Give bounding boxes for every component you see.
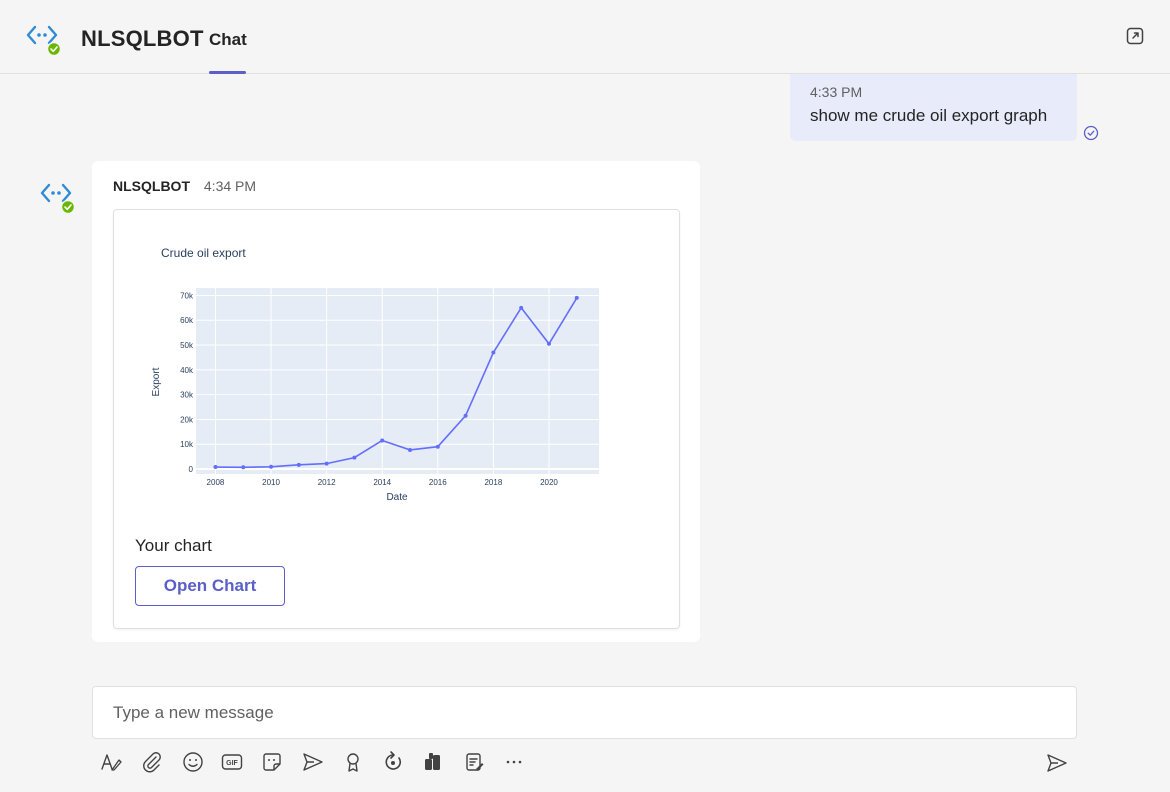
chart-data-point <box>408 447 413 452</box>
bot-logo-icon <box>26 20 62 56</box>
chart-data-point <box>324 461 329 466</box>
praise-icon[interactable] <box>341 750 365 774</box>
sticker-icon[interactable] <box>260 750 284 774</box>
chart-y-ticks: 0 10k 20k 30k 40k 50k 60k 70k <box>180 291 194 474</box>
compose-box[interactable] <box>92 686 1077 739</box>
gif-icon[interactable]: GIF <box>220 750 244 774</box>
schedule-send-icon[interactable] <box>301 750 325 774</box>
chart-data-point <box>296 462 301 467</box>
chart-x-tick-label: 2018 <box>484 478 502 487</box>
outgoing-message[interactable]: 4:33 PM show me crude oil export graph <box>790 74 1077 141</box>
chart-x-tick-label: 2010 <box>262 478 280 487</box>
chart-data-point <box>352 455 357 460</box>
tab-active-indicator <box>209 71 246 74</box>
emoji-icon[interactable] <box>181 750 205 774</box>
attach-icon[interactable] <box>140 750 164 774</box>
chart-data-point <box>380 438 385 443</box>
chart: Crude oil export 010k20k30k40k50k60k70k … <box>151 246 599 503</box>
chart-data-point <box>574 295 579 300</box>
incoming-message-header: NLSQLBOT 4:34 PM <box>113 178 256 194</box>
chart-y-tick-label: 30k <box>180 391 194 400</box>
incoming-message-time: 4:34 PM <box>203 178 257 194</box>
gif-icon-label: GIF <box>226 760 238 767</box>
chart-x-ticks: 2008 2010 2012 2014 2016 2018 2020 <box>207 478 559 487</box>
outgoing-message-time: 4:33 PM <box>810 84 863 100</box>
chart-title: Crude oil export <box>161 246 246 260</box>
format-icon[interactable] <box>99 750 123 774</box>
send-icon[interactable] <box>1045 751 1069 775</box>
chart-data-point <box>519 305 524 310</box>
chart-y-tick-label: 40k <box>180 366 194 375</box>
chart-x-axis-label: Date <box>386 492 408 503</box>
chart-x-tick-label: 2020 <box>540 478 558 487</box>
chart-data-point <box>269 464 274 469</box>
loop-icon[interactable] <box>381 750 405 774</box>
chart-x-tick-label: 2014 <box>373 478 391 487</box>
adaptive-card: Crude oil export 0 10k 20k 30k 40k 50k 60k 70k … <box>113 209 680 629</box>
more-icon[interactable] <box>502 750 526 774</box>
chart-y-tick-label: 50k <box>180 341 194 350</box>
chart-y-axis-label: Export <box>151 367 162 396</box>
chart-x-tick-label: 2008 <box>207 478 225 487</box>
forms-icon[interactable] <box>462 750 486 774</box>
chart-data-point <box>213 465 218 470</box>
chart-data-point <box>463 413 468 418</box>
incoming-message[interactable]: NLSQLBOT 4:34 PM Crude oil export 0 10k 20… <box>92 161 700 642</box>
tab-chat-label: Chat <box>209 30 247 49</box>
chart-y-tick-label: 20k <box>180 415 194 424</box>
outgoing-message-text: show me crude oil export graph <box>810 106 1048 125</box>
tab-chat[interactable]: Chat <box>209 30 247 74</box>
card-caption: Your chart <box>135 536 212 555</box>
bot-avatar[interactable] <box>40 178 76 214</box>
message-input[interactable] <box>93 687 1076 738</box>
popout-icon[interactable] <box>1125 26 1145 46</box>
apps-icon[interactable] <box>421 750 445 774</box>
chart-y-tick-label: 70k <box>180 291 194 300</box>
chart-y-tick-label: 10k <box>180 440 194 449</box>
incoming-message-sender: NLSQLBOT <box>113 178 190 194</box>
chart-y-tick-label: 60k <box>180 316 194 325</box>
chart-data-point <box>241 465 246 470</box>
app-name: NLSQLBOT <box>81 26 204 51</box>
chart-x-tick-label: 2012 <box>318 478 336 487</box>
chart-y-tick-label: 0 <box>189 465 194 474</box>
chart-x-tick-label: 2016 <box>429 478 447 487</box>
chart-data-point <box>546 341 551 346</box>
chart-data-point <box>491 350 496 355</box>
app-header: NLSQLBOT Chat <box>0 0 1170 74</box>
open-chart-button[interactable]: Open Chart <box>135 566 285 606</box>
read-receipt-icon <box>1083 125 1099 141</box>
chart-data-point <box>435 444 440 449</box>
